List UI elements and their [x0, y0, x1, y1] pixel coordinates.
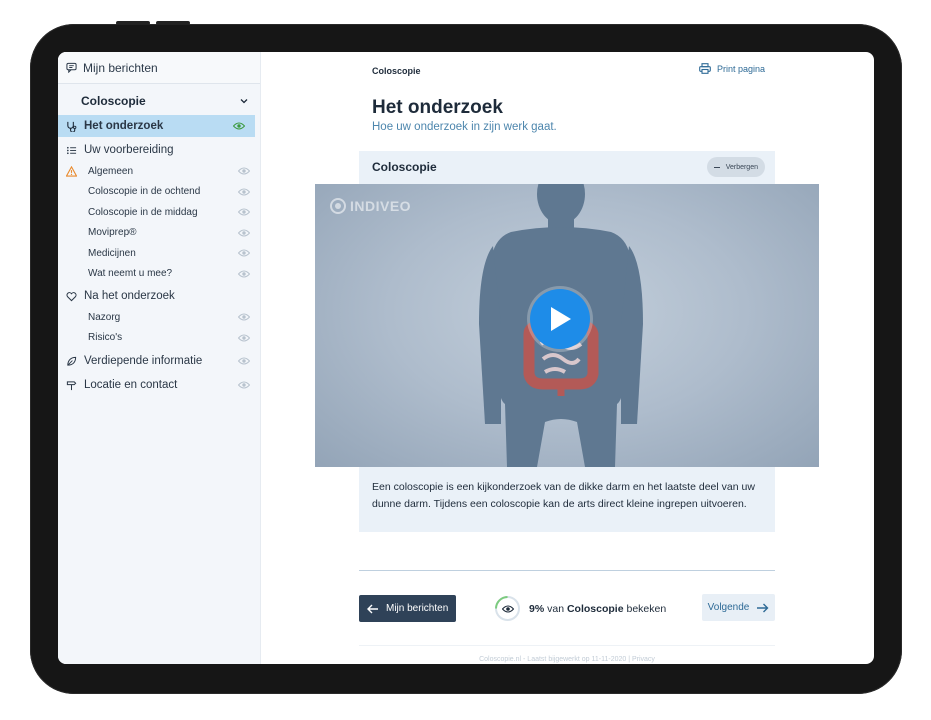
messages-link[interactable]: Mijn berichten [58, 52, 260, 84]
progress-text: 9% van Coloscopie bekeken [529, 603, 666, 615]
heart-icon [66, 291, 77, 301]
sidebar-item-label: Na het onderzoek [84, 290, 175, 302]
sidebar-item-label: Coloscopie in de ochtend [88, 186, 201, 198]
messages-label: Mijn berichten [83, 60, 158, 75]
play-button[interactable] [530, 289, 590, 349]
sidebar-item-label: Uw voorbereiding [84, 144, 174, 156]
section-title: Coloscopie [81, 94, 146, 108]
arrow-left-icon [367, 604, 378, 613]
leaf-icon [67, 356, 77, 366]
sidebar-item-nazorg[interactable]: Nazorg [58, 307, 260, 328]
eye-icon [238, 357, 250, 365]
next-label: Volgende [707, 602, 750, 613]
progress-indicator: 9% van Coloscopie bekeken [495, 596, 666, 621]
hide-button[interactable]: Verbergen [706, 157, 765, 177]
footer-divider [359, 645, 775, 646]
printer-icon [699, 63, 711, 74]
sidebar-item-uw-voorbereiding[interactable]: Uw voorbereiding [58, 139, 260, 161]
hardware-button [116, 21, 150, 25]
progress-ring [495, 596, 520, 621]
signpost-icon [66, 380, 77, 390]
brand-label: INDIVEO [350, 198, 412, 214]
sidebar-item-label: Wat neemt u mee? [88, 268, 173, 280]
progress-of: van [547, 602, 565, 615]
message-icon [66, 62, 77, 73]
chevron-down-icon [240, 99, 248, 104]
list-icon [67, 146, 77, 154]
section-header[interactable]: Coloscopie [58, 87, 260, 115]
divider [359, 570, 775, 571]
video-player[interactable]: INDIVEO [315, 184, 819, 467]
previous-label: Mijn berichten [386, 603, 449, 614]
sidebar-item-ochtend[interactable]: Coloscopie in de ochtend [58, 182, 260, 203]
warning-icon [66, 165, 77, 177]
eye-icon [238, 188, 250, 196]
sidebar-item-het-onderzoek[interactable]: Het onderzoek [58, 115, 255, 137]
hide-label: Verbergen [725, 163, 758, 171]
sidebar-item-label: Moviprep® [88, 227, 137, 239]
arrow-right-icon [757, 603, 769, 612]
eye-icon [238, 208, 250, 216]
sidebar-item-label: Verdiepende informatie [84, 355, 203, 367]
sidebar-item-locatie-en-contact[interactable]: Locatie en contact [58, 374, 260, 396]
sidebar-item-medicijnen[interactable]: Medicijnen [58, 243, 260, 264]
eye-icon [501, 604, 514, 613]
brand-logo-icon [330, 198, 346, 214]
sidebar: Mijn berichten Coloscopie Het onderzoek … [58, 52, 261, 664]
eye-icon [238, 334, 250, 342]
eye-icon [238, 229, 250, 237]
previous-button[interactable]: Mijn berichten [359, 595, 456, 622]
print-button[interactable]: Print pagina [699, 63, 765, 74]
sidebar-item-na-het-onderzoek[interactable]: Na het onderzoek [58, 285, 260, 307]
sidebar-item-label: Coloscopie in de middag [88, 206, 198, 218]
sidebar-item-label: Locatie en contact [84, 379, 178, 391]
page-title: Het onderzoek [372, 97, 503, 118]
sidebar-item-label: Het onderzoek [84, 120, 164, 132]
stethoscope-icon [67, 121, 77, 132]
eye-icon [238, 313, 250, 321]
sidebar-item-label: Algemeen [88, 165, 134, 177]
sidebar-item-middag[interactable]: Coloscopie in de middag [58, 202, 260, 223]
next-button[interactable]: Volgende [702, 594, 775, 621]
footer-text: Coloscopie.nl - Laatst bijgewerkt op 11-… [479, 656, 655, 663]
eye-icon [238, 381, 250, 389]
card-header: Coloscopie Verbergen [359, 151, 775, 183]
card-text: Een coloscopie is een kijkonderzoek van … [372, 481, 755, 510]
breadcrumb[interactable]: Coloscopie [372, 66, 421, 76]
video-brand: INDIVEO [330, 198, 411, 214]
sidebar-item-wat-neemt-u-mee[interactable]: Wat neemt u mee? [58, 264, 260, 285]
progress-suffix: bekeken [626, 602, 667, 615]
eye-icon [238, 270, 250, 278]
card-title: Coloscopie [372, 160, 437, 174]
sidebar-item-label: Risico's [88, 332, 123, 344]
eye-icon [238, 167, 250, 175]
sidebar-item-algemeen[interactable]: Algemeen [58, 161, 260, 182]
sidebar-item-label: Nazorg [88, 311, 121, 323]
minus-icon [713, 166, 720, 168]
print-label: Print pagina [717, 63, 766, 74]
play-icon [551, 307, 571, 331]
sidebar-item-label: Medicijnen [88, 247, 136, 259]
progress-subject: Coloscopie [566, 602, 624, 615]
sidebar-item-moviprep[interactable]: Moviprep® [58, 223, 260, 244]
eye-icon [233, 122, 245, 130]
eye-icon [238, 249, 250, 257]
sidebar-item-verdiepende-informatie[interactable]: Verdiepende informatie [58, 350, 260, 372]
hardware-button [156, 21, 190, 25]
sidebar-item-risicos[interactable]: Risico's [58, 328, 260, 349]
page-subtitle: Hoe uw onderzoek in zijn werk gaat. [372, 121, 557, 133]
progress-percent: 9% [529, 602, 545, 615]
